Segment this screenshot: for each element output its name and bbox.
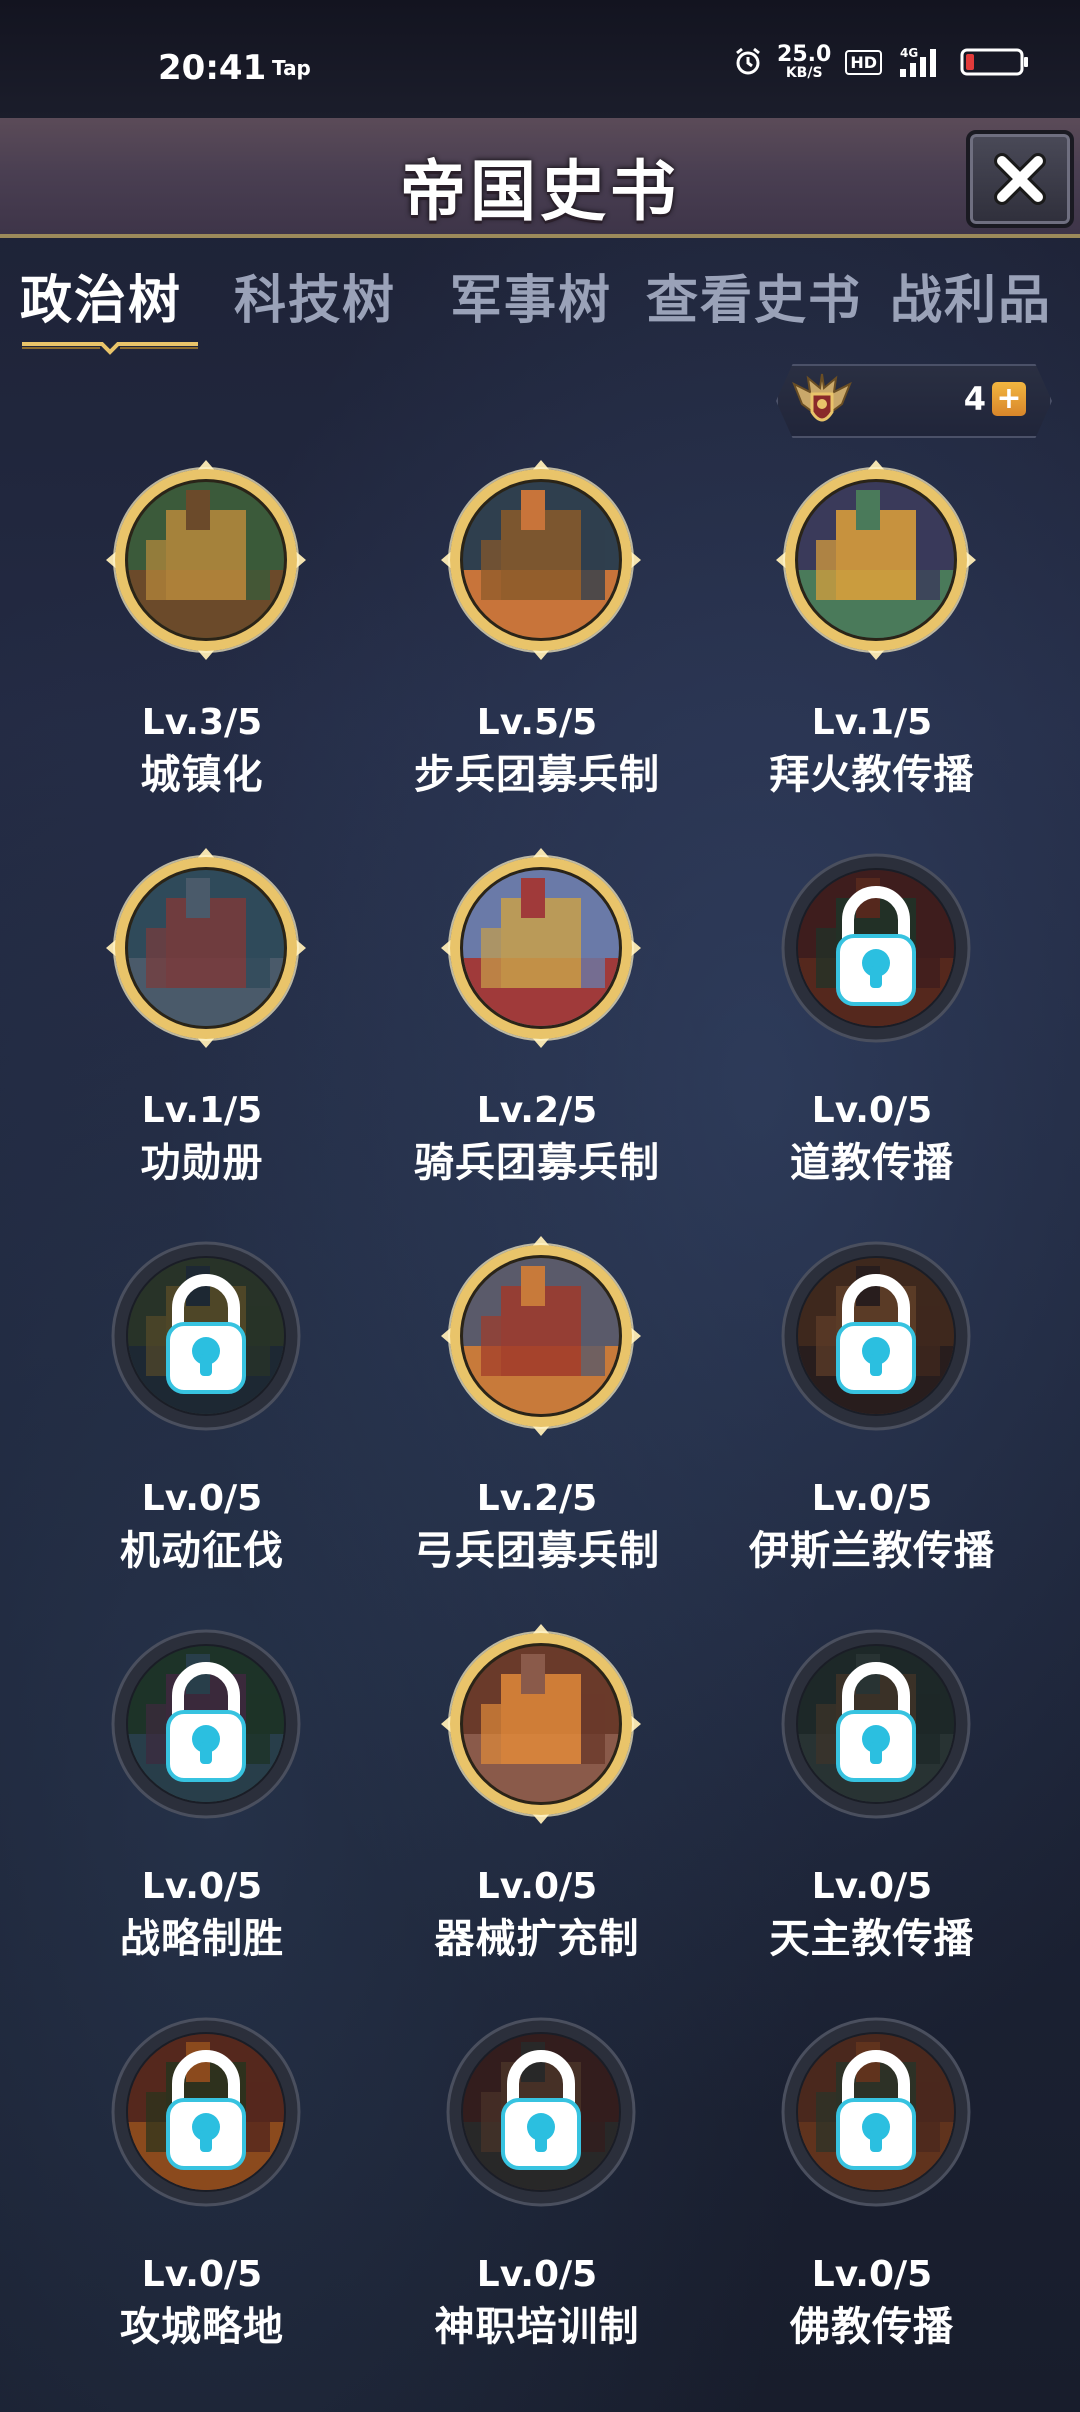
tab-trophies[interactable]: 战利品 [890, 258, 1052, 333]
node-level: Lv.0/5 [811, 2254, 933, 2295]
page-title: 帝国史书 [400, 153, 680, 230]
tree-node[interactable]: Lv.2/5 骑兵团募兵制 [369, 848, 705, 1208]
tree-node[interactable]: Lv.0/5 神职培训制 [369, 2012, 705, 2372]
tree-node[interactable]: Lv.0/5 佛教传播 [704, 2012, 1040, 2372]
tap-app-indicator: Tap [272, 56, 311, 80]
node-level: Lv.2/5 [476, 1478, 598, 1519]
node-name: 战略制胜 [120, 1916, 284, 1962]
network-type-label: 4G [900, 46, 918, 60]
locked-node-icon [781, 2017, 971, 2207]
tab-technology[interactable]: 科技树 [234, 258, 396, 333]
emblem-currency-counter: 4 + [776, 364, 1052, 438]
node-artwork-icon [106, 460, 306, 660]
node-artwork-icon [776, 460, 976, 660]
node-name: 天主教传播 [769, 1916, 975, 1962]
node-level: Lv.0/5 [476, 2254, 598, 2295]
tree-node[interactable]: Lv.0/5 道教传播 [704, 848, 1040, 1208]
signal-icon: 4G [900, 46, 936, 77]
node-level: Lv.3/5 [141, 702, 263, 743]
tree-node[interactable]: Lv.0/5 天主教传播 [704, 1624, 1040, 1984]
tree-node[interactable]: Lv.0/5 器械扩充制 [369, 1624, 705, 1984]
tree-node[interactable]: Lv.2/5 弓兵团募兵制 [369, 1236, 705, 1596]
node-name: 功勋册 [140, 1140, 264, 1186]
tree-node[interactable]: Lv.0/5 伊斯兰教传播 [704, 1236, 1040, 1596]
node-artwork-icon [441, 460, 641, 660]
status-indicators: 25.0 KB/S HD 4G [733, 44, 1030, 80]
locked-node-icon [111, 2017, 301, 2207]
node-name: 弓兵团募兵制 [414, 1528, 660, 1574]
close-button[interactable] [966, 130, 1074, 228]
tab-bar: 政治树 科技树 军事树 查看史书 战利品 [18, 258, 1078, 358]
add-emblem-button[interactable]: + [992, 382, 1026, 416]
node-name: 机动征伐 [120, 1528, 284, 1574]
tree-node[interactable]: Lv.5/5 步兵团募兵制 [369, 460, 705, 820]
header-bar: 帝国史书 [0, 118, 1080, 238]
locked-node-icon [111, 1241, 301, 1431]
locked-node-icon [111, 1629, 301, 1819]
close-icon [994, 153, 1046, 205]
tree-node[interactable]: Lv.1/5 功勋册 [34, 848, 370, 1208]
node-level: Lv.0/5 [141, 2254, 263, 2295]
tab-view-history[interactable]: 查看史书 [646, 258, 862, 333]
node-name: 佛教传播 [790, 2304, 954, 2350]
node-name: 器械扩充制 [434, 1916, 640, 1962]
locked-node-icon [446, 2017, 636, 2207]
status-time: 20:41 [158, 48, 267, 88]
node-name: 伊斯兰教传播 [749, 1528, 995, 1574]
network-speed-value: 25.0 [777, 42, 832, 67]
network-speed: 25.0 KB/S [777, 42, 832, 81]
network-speed-unit: KB/S [785, 65, 823, 81]
tree-node[interactable]: Lv.0/5 战略制胜 [34, 1624, 370, 1984]
node-name: 步兵团募兵制 [414, 752, 660, 798]
tree-node[interactable]: Lv.0/5 机动征伐 [34, 1236, 370, 1596]
tab-politics[interactable]: 政治树 [20, 258, 182, 333]
node-artwork-icon [441, 848, 641, 1048]
node-name: 城镇化 [140, 752, 264, 798]
battery-icon [960, 48, 1028, 76]
node-name: 骑兵团募兵制 [414, 1140, 660, 1186]
hd-badge: HD [845, 49, 882, 75]
tree-node[interactable]: Lv.3/5 城镇化 [34, 460, 370, 820]
locked-node-icon [781, 1629, 971, 1819]
tree-node[interactable]: Lv.1/5 拜火教传播 [704, 460, 1040, 820]
node-level: Lv.0/5 [141, 1478, 263, 1519]
node-name: 攻城略地 [120, 2304, 284, 2350]
node-artwork-icon [106, 848, 306, 1048]
node-name: 拜火教传播 [769, 752, 975, 798]
status-bar: 20:41 Tap 25.0 KB/S HD 4G [0, 0, 1080, 118]
node-name: 道教传播 [790, 1140, 954, 1186]
node-level: Lv.2/5 [476, 1090, 598, 1131]
imperial-eagle-emblem-icon [792, 373, 852, 422]
emblem-count: 4 [963, 380, 986, 418]
node-level: Lv.0/5 [141, 1866, 263, 1907]
node-level: Lv.1/5 [141, 1090, 263, 1131]
tab-active-indicator [22, 342, 198, 355]
node-artwork-icon [441, 1236, 641, 1436]
node-level: Lv.0/5 [811, 1090, 933, 1131]
node-level: Lv.0/5 [476, 1866, 598, 1907]
node-level: Lv.5/5 [476, 702, 598, 743]
node-name: 神职培训制 [434, 2304, 640, 2350]
node-artwork-icon [441, 1624, 641, 1824]
tree-node[interactable]: Lv.0/5 攻城略地 [34, 2012, 370, 2372]
locked-node-icon [781, 853, 971, 1043]
locked-node-icon [781, 1241, 971, 1431]
tab-military[interactable]: 军事树 [450, 258, 612, 333]
node-level: Lv.0/5 [811, 1866, 933, 1907]
alarm-icon [736, 47, 760, 75]
node-level: Lv.1/5 [811, 702, 933, 743]
node-level: Lv.0/5 [811, 1478, 933, 1519]
